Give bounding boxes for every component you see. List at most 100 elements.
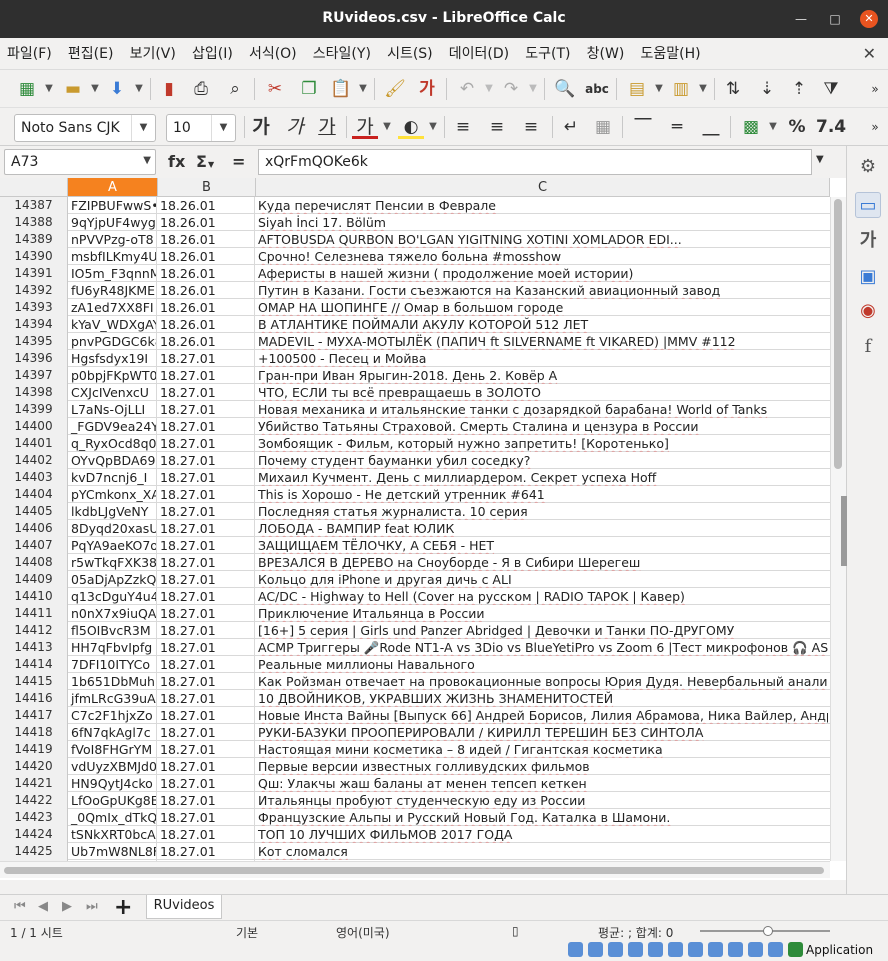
row-header[interactable]: 14413 — [0, 639, 68, 656]
cell-c[interactable]: Убийство Татьяны Страховой. Смерть Стали… — [256, 418, 828, 435]
cell-c[interactable]: AFTOBUSDA QURBON BO'LGAN YIGITNING XOTIN… — [256, 231, 828, 248]
cell-b[interactable]: 18.27.01 — [158, 469, 255, 486]
cell-a[interactable]: _FGDV9ea24Y — [69, 418, 157, 435]
minimize-button[interactable]: — — [792, 10, 810, 28]
formula-input[interactable]: xQrFmQOKe6k — [258, 149, 812, 175]
cell-b[interactable]: 18.27.01 — [158, 503, 255, 520]
sort-ascending-icon[interactable]: ⇡ — [786, 77, 812, 101]
spelling-icon[interactable]: abc — [584, 77, 610, 101]
cell-b[interactable]: 18.27.01 — [158, 690, 255, 707]
previous-sheet-icon[interactable]: ◀ — [38, 899, 48, 914]
row-icon[interactable]: ▤ — [624, 77, 650, 101]
cell-b[interactable]: 18.26.01 — [158, 248, 255, 265]
cell-c[interactable]: ЛОБОДА - ВАМПИР feat ЮЛИК — [256, 520, 828, 537]
add-sheet-icon[interactable]: + — [114, 895, 132, 920]
new-dropdown-icon[interactable]: ▼ — [44, 77, 54, 101]
cell-a[interactable]: 05aDjApZzkQ — [69, 571, 157, 588]
tray-icon[interactable] — [728, 942, 743, 957]
highlight-dropdown-icon[interactable]: ▼ — [428, 115, 438, 139]
font-color-button[interactable]: 가 — [352, 115, 378, 139]
vertical-scroll-thumb[interactable] — [834, 199, 842, 469]
cell-c[interactable]: Приключение Итальянца в России — [256, 605, 828, 622]
expand-formula-icon[interactable]: ▼ — [816, 154, 824, 165]
formula-button[interactable]: = — [232, 152, 245, 171]
cell-c[interactable]: ВРЕЗАЛСЯ В ДЕРЕВО на Сноуборде - Я в Сиб… — [256, 554, 828, 571]
row-header[interactable]: 14393 — [0, 299, 68, 316]
tray-icon[interactable] — [628, 942, 643, 957]
sum-dropdown-icon[interactable]: ▼ — [208, 160, 214, 169]
cell-c[interactable]: В АТЛАНТИКЕ ПОЙМАЛИ АКУЛУ КОТОРОЙ 512 ЛЕ… — [256, 316, 828, 333]
tray-icon[interactable] — [648, 942, 663, 957]
cell-a[interactable]: C7c2F1hjxZo — [69, 707, 157, 724]
cell-b[interactable]: 18.27.01 — [158, 775, 255, 792]
tray-icon[interactable] — [588, 942, 603, 957]
row-header[interactable]: 14417 — [0, 707, 68, 724]
menu-help[interactable]: 도움말(H) — [635, 38, 705, 70]
cell-c[interactable]: Срочно! Селезнева тяжело больна #mosshow — [256, 248, 828, 265]
cell-c[interactable]: MADEVIL - МУХА-МОТЫЛЁК (ПАПИЧ ft SILVERN… — [256, 333, 828, 350]
row-header[interactable]: 14422 — [0, 792, 68, 809]
row-header[interactable]: 14410 — [0, 588, 68, 605]
cell-a[interactable]: CXJcIVenxcU — [69, 384, 157, 401]
cell-c[interactable]: Итальянцы пробуют студенческую еду из Ро… — [256, 792, 828, 809]
row-header[interactable]: 14404 — [0, 486, 68, 503]
align-center-icon[interactable]: ≡ — [484, 115, 510, 139]
bold-button[interactable]: 가 — [248, 115, 274, 139]
close-window-button[interactable]: ✕ — [860, 10, 878, 28]
align-right-icon[interactable]: ≡ — [518, 115, 544, 139]
next-sheet-icon[interactable]: ▶ — [62, 899, 72, 914]
menu-view[interactable]: 보기(V) — [125, 38, 181, 70]
cell-b[interactable]: 18.27.01 — [158, 452, 255, 469]
row-header[interactable]: 14395 — [0, 333, 68, 350]
menu-styles[interactable]: 스타일(Y) — [308, 38, 376, 70]
italic-button[interactable]: 가 — [282, 115, 308, 139]
font-color-dropdown-icon[interactable]: ▼ — [382, 115, 392, 139]
horizontal-scroll-thumb[interactable] — [4, 867, 824, 874]
cell-b[interactable]: 18.27.01 — [158, 707, 255, 724]
clone-formatting-icon[interactable]: 🖌 — [382, 77, 408, 101]
cell-b[interactable]: 18.27.01 — [158, 622, 255, 639]
open-folder-icon[interactable]: ▬ — [60, 77, 86, 101]
spreadsheet-grid[interactable]: A B C 14387 FZIPBUFwwS• 18.26.01 Куда переч… — [0, 178, 846, 880]
row-header[interactable]: 14407 — [0, 537, 68, 554]
cell-a[interactable]: jfmLRcG39uA — [69, 690, 157, 707]
cell-c[interactable]: 10 ДВОЙНИКОВ, УКРАВШИХ ЖИЗНЬ ЗНАМЕНИТОСТ… — [256, 690, 828, 707]
row-header[interactable]: 14388 — [0, 214, 68, 231]
cell-b[interactable]: 18.27.01 — [158, 520, 255, 537]
cell-a[interactable]: 1b651DbMuh• — [69, 673, 157, 690]
tray-icon[interactable] — [608, 942, 623, 957]
cell-c[interactable]: Siyah İnci 17. Bölüm — [256, 214, 828, 231]
cell-c[interactable]: Как Ройзман отвечает на провокационные в… — [256, 673, 828, 690]
row-header[interactable]: 14397 — [0, 367, 68, 384]
cell-b[interactable]: 18.27.01 — [158, 588, 255, 605]
cell-a[interactable]: Ub7mW8NL8F• — [69, 843, 157, 860]
cell-c[interactable]: АСМР Триггеры 🎤Rode NT1-A vs 3Dio vs Blu… — [256, 639, 828, 656]
chevron-down-icon[interactable]: ▼ — [143, 155, 151, 166]
cell-c[interactable]: Кот сломался — [256, 843, 828, 860]
cell-a[interactable]: 6fN7qkAgl7c — [69, 724, 157, 741]
more-toolbar-icon[interactable]: » — [862, 115, 888, 139]
row-header[interactable]: 14401 — [0, 435, 68, 452]
cell-a[interactable]: fVoI8FHGrYM — [69, 741, 157, 758]
new-spreadsheet-icon[interactable]: ▦ — [14, 77, 40, 101]
cell-b[interactable]: 18.27.01 — [158, 605, 255, 622]
cell-b[interactable]: 18.27.01 — [158, 656, 255, 673]
cell-b[interactable]: 18.26.01 — [158, 265, 255, 282]
row-header[interactable]: 14400 — [0, 418, 68, 435]
column-header-b[interactable]: B — [158, 178, 256, 197]
row-header[interactable]: 14398 — [0, 384, 68, 401]
cell-c[interactable]: ЗАЩИЩАЕМ ТЁЛОЧКУ, А СЕБЯ - НЕТ — [256, 537, 828, 554]
undo-dropdown-icon[interactable]: ▼ — [484, 77, 494, 101]
cell-a[interactable]: 7DFI10ITYCo — [69, 656, 157, 673]
cell-b[interactable]: 18.27.01 — [158, 554, 255, 571]
cell-c[interactable]: [16+] 5 серия | Girls und Panzer Abridge… — [256, 622, 828, 639]
cell-a[interactable]: PqYA9aeKO7o — [69, 537, 157, 554]
last-sheet-icon[interactable]: ⏭ — [86, 899, 98, 914]
cell-a[interactable]: zA1ed7XX8FI — [69, 299, 157, 316]
row-header[interactable]: 14418 — [0, 724, 68, 741]
row-header[interactable]: 14389 — [0, 231, 68, 248]
cell-c[interactable]: Михаил Кучмент. День с миллиардером. Сек… — [256, 469, 828, 486]
select-all-corner[interactable] — [0, 178, 68, 197]
horizontal-scrollbar[interactable] — [0, 861, 830, 878]
cell-b[interactable]: 18.26.01 — [158, 214, 255, 231]
